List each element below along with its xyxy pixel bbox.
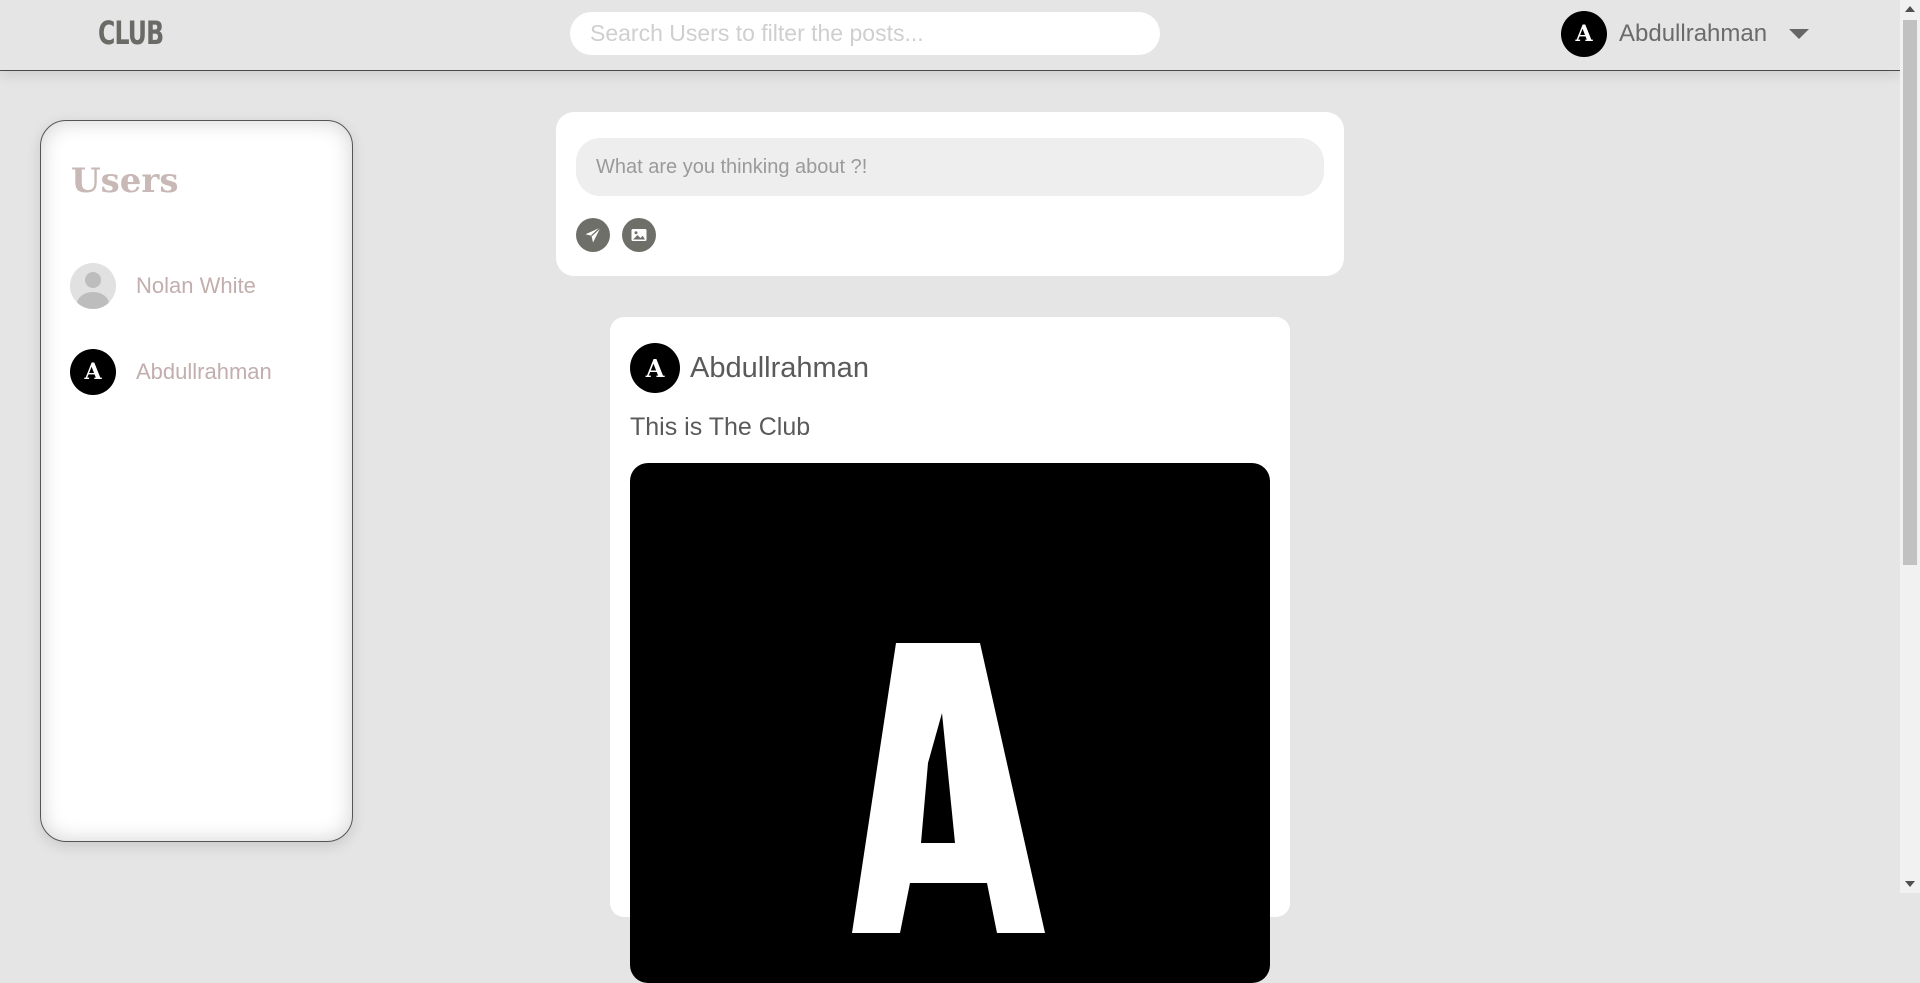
sidebar-user-abdullrahman[interactable]: A Abdullrahman <box>70 349 272 395</box>
post-header: A Abdullrahman <box>630 343 869 393</box>
attach-image-button[interactable] <box>622 218 656 252</box>
scrollbar-thumb[interactable] <box>1903 20 1917 565</box>
top-navbar: CLUB A Abdullrahman <box>0 0 1900 71</box>
users-sidebar: Users Nolan White A Abdullrahman <box>40 120 353 842</box>
scroll-up-icon[interactable] <box>1905 6 1915 12</box>
post-text-input[interactable] <box>576 138 1324 196</box>
sidebar-title: Users <box>71 161 179 201</box>
post-composer <box>556 112 1344 276</box>
sidebar-user-nolan-white[interactable]: Nolan White <box>70 263 256 309</box>
post-image[interactable] <box>630 463 1270 983</box>
letter-a-image <box>852 643 1045 933</box>
post-text: This is The Club <box>630 413 811 441</box>
current-user-avatar: A <box>1561 11 1607 57</box>
sidebar-user-label: Abdullrahman <box>136 359 272 384</box>
paper-plane-icon <box>585 227 601 243</box>
current-user-name: Abdullrahman <box>1619 20 1768 47</box>
user-menu-dropdown[interactable]: A Abdullrahman <box>1561 11 1810 57</box>
image-icon <box>631 229 647 241</box>
default-avatar-icon <box>70 263 116 309</box>
post-author-name[interactable]: Abdullrahman <box>690 352 869 385</box>
post-author-avatar[interactable]: A <box>630 343 680 393</box>
post-card: A Abdullrahman This is The Club <box>610 317 1290 983</box>
club-logo[interactable]: CLUB <box>98 14 164 52</box>
sidebar-user-label: Nolan White <box>136 273 256 298</box>
scroll-down-icon[interactable] <box>1905 881 1915 887</box>
search-users-input[interactable] <box>570 12 1160 55</box>
chevron-down-icon[interactable] <box>1789 29 1810 39</box>
page-scrollbar[interactable] <box>1900 0 1920 893</box>
user-avatar: A <box>70 349 116 395</box>
send-post-button[interactable] <box>576 218 610 252</box>
